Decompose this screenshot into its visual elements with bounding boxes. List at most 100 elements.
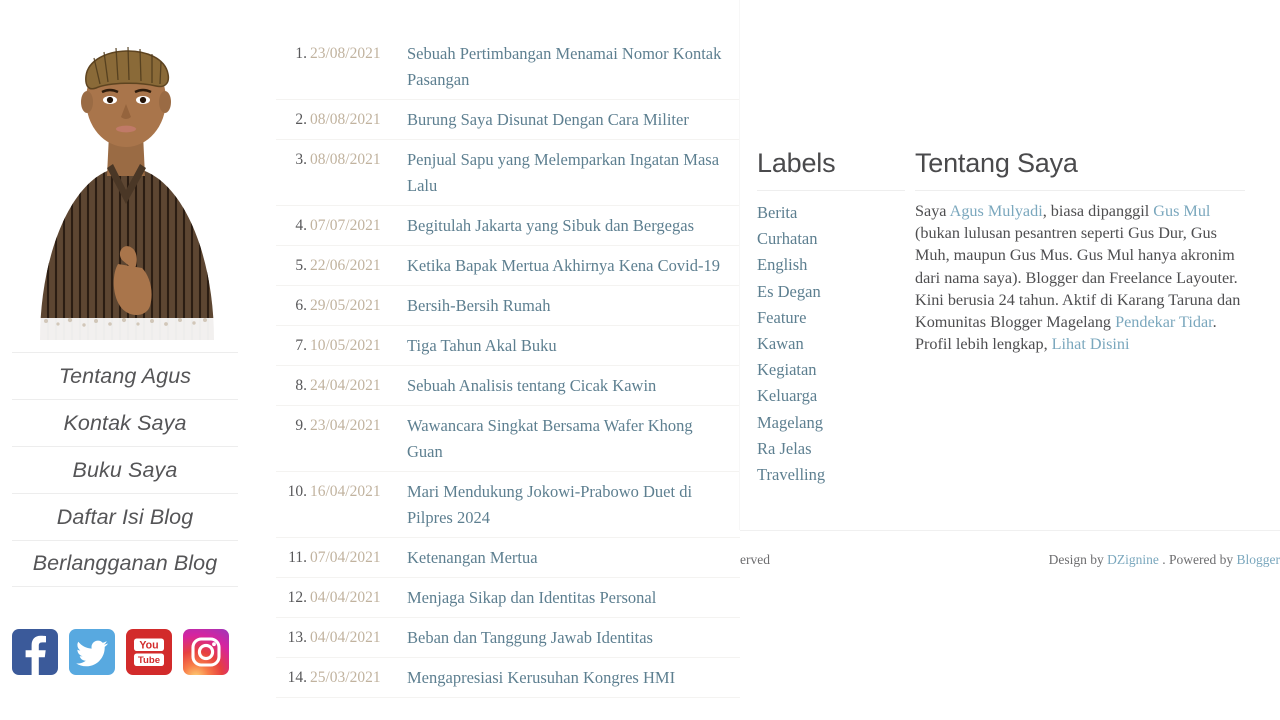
post-title-link[interactable]: Ketika Bapak Mertua Akhirnya Kena Covid-… (396, 253, 740, 279)
table-row: 2. 08/08/2021 Burung Saya Disunat Dengan… (276, 100, 740, 140)
credits-prefix: Design by (1048, 552, 1108, 567)
post-title-link[interactable]: Mari Mendukung Jokowi-Prabowo Duet di Pi… (396, 479, 740, 531)
table-row: 5. 22/06/2021 Ketika Bapak Mertua Akhirn… (276, 246, 740, 286)
post-list: 1. 23/08/2021 Sebuah Pertimbangan Menama… (250, 0, 740, 700)
table-row: 7. 10/05/2021 Tiga Tahun Akal Buku (276, 326, 740, 366)
sidebar-item-label: Tentang Agus (58, 363, 192, 388)
post-index: 14. (287, 668, 307, 686)
credits-link-dzignine[interactable]: DZignine (1107, 552, 1159, 567)
instagram-icon[interactable] (183, 629, 229, 675)
post-title-link[interactable]: Wawancara Singkat Bersama Wafer Khong Gu… (396, 413, 740, 465)
post-index: 2. (295, 110, 307, 128)
about-heading: Tentang Saya (915, 148, 1245, 191)
post-date: 23/08/2021 (310, 44, 381, 62)
table-row: 14. 25/03/2021 Mengapresiasi Kerusuhan K… (276, 658, 740, 698)
post-index: 11. (288, 548, 307, 566)
post-title-link[interactable]: Begitulah Jakarta yang Sibuk dan Bergega… (396, 213, 740, 239)
credits-text: Design by DZignine . Powered by Blogger (1049, 552, 1280, 568)
table-row: 13. 04/04/2021 Beban dan Tanggung Jawab … (276, 618, 740, 658)
about-link-lihat-disini[interactable]: Lihat Disini (1052, 335, 1130, 353)
table-row: 1. 23/08/2021 Sebuah Pertimbangan Menama… (276, 34, 740, 100)
label-link-es-degan[interactable]: Es Degan (757, 279, 905, 305)
sidebar-item-tentang-agus[interactable]: Tentang Agus (12, 352, 238, 399)
label-link-english[interactable]: English (757, 252, 905, 278)
post-date: 23/04/2021 (310, 416, 381, 434)
sidebar-item-buku-saya[interactable]: Buku Saya (12, 446, 238, 493)
post-title-link[interactable]: Sebuah Analisis tentang Cicak Kawin (396, 373, 740, 399)
label-link-ra-jelas[interactable]: Ra Jelas (757, 436, 905, 462)
post-date: 08/08/2021 (310, 150, 381, 168)
post-index: 1. (295, 44, 307, 62)
label-link-magelang[interactable]: Magelang (757, 410, 905, 436)
about-text: Saya Agus Mulyadi, biasa dipanggil Gus M… (915, 200, 1245, 355)
post-index: 5. (295, 256, 307, 274)
post-index: 7. (295, 336, 307, 354)
post-title-link[interactable]: Sebuah Pertimbangan Menamai Nomor Kontak… (396, 41, 740, 93)
sidebar-item-label: Kontak Saya (63, 410, 187, 435)
table-row: 11. 07/04/2021 Ketenangan Mertua (276, 538, 740, 578)
label-link-curhatan[interactable]: Curhatan (757, 226, 905, 252)
post-date: 08/08/2021 (310, 110, 381, 128)
twitter-icon[interactable] (69, 629, 115, 675)
blog-page: Tentang Agus Kontak Saya Buku Saya Dafta… (0, 0, 1280, 720)
post-index: 12. (287, 588, 307, 606)
table-row: 4. 07/07/2021 Begitulah Jakarta yang Sib… (276, 206, 740, 246)
panel-divider (739, 0, 740, 530)
sidebar-nav: Tentang Agus Kontak Saya Buku Saya Dafta… (12, 352, 238, 587)
profile-photo (0, 18, 250, 340)
table-row: 10. 16/04/2021 Mari Mendukung Jokowi-Pra… (276, 472, 740, 538)
table-row: 8. 24/04/2021 Sebuah Analisis tentang Ci… (276, 366, 740, 406)
svg-text:Tube: Tube (138, 655, 160, 666)
post-date: 07/07/2021 (310, 216, 381, 234)
copyright-text: erved (740, 552, 770, 567)
post-date: 16/04/2021 (310, 482, 381, 500)
sidebar-item-label: Daftar Isi Blog (56, 504, 194, 529)
post-index: 13. (287, 628, 307, 646)
label-link-travelling[interactable]: Travelling (757, 462, 905, 488)
sidebar-item-berlangganan-blog[interactable]: Berlangganan Blog (12, 540, 238, 587)
page-footer: erved Design by DZignine . Powered by Bl… (740, 530, 1280, 590)
credits-middle: . Powered by (1158, 552, 1237, 567)
table-row: 6. 29/05/2021 Bersih-Bersih Rumah (276, 286, 740, 326)
post-date: 24/04/2021 (310, 376, 381, 394)
post-title-link[interactable]: Bersih-Bersih Rumah (396, 293, 740, 319)
sidebar-item-kontak-saya[interactable]: Kontak Saya (12, 399, 238, 446)
post-date: 22/06/2021 (310, 256, 381, 274)
facebook-icon[interactable] (12, 629, 58, 675)
post-date: 07/04/2021 (310, 548, 381, 566)
post-title-link[interactable]: Mengapresiasi Kerusuhan Kongres HMI (396, 665, 740, 691)
labels-heading: Labels (757, 148, 905, 191)
about-link-pendekar-tidar[interactable]: Pendekar Tidar (1115, 313, 1213, 331)
svg-text:You: You (139, 639, 158, 651)
about-link-gus-mul[interactable]: Gus Mul (1153, 202, 1210, 220)
table-row: 12. 04/04/2021 Menjaga Sikap dan Identit… (276, 578, 740, 618)
post-title-link[interactable]: Beban dan Tanggung Jawab Identitas (396, 625, 740, 651)
label-link-kawan[interactable]: Kawan (757, 331, 905, 357)
table-row: 9. 23/04/2021 Wawancara Singkat Bersama … (276, 406, 740, 472)
label-link-keluarga[interactable]: Keluarga (757, 383, 905, 409)
post-title-link[interactable]: Tiga Tahun Akal Buku (396, 333, 740, 359)
sidebar-item-daftar-isi-blog[interactable]: Daftar Isi Blog (12, 493, 238, 540)
post-index: 3. (295, 150, 307, 168)
post-index: 4. (295, 216, 307, 234)
label-link-berita[interactable]: Berita (757, 200, 905, 226)
left-sidebar: Tentang Agus Kontak Saya Buku Saya Dafta… (0, 0, 250, 720)
about-text-1: Saya (915, 202, 950, 220)
youtube-icon[interactable]: You Tube (126, 629, 172, 675)
table-row: 3. 08/08/2021 Penjual Sapu yang Melempar… (276, 140, 740, 206)
post-title-link[interactable]: Menjaga Sikap dan Identitas Personal (396, 585, 740, 611)
post-index: 6. (295, 296, 307, 314)
post-title-link[interactable]: Ketenangan Mertua (396, 545, 740, 571)
label-link-kegiatan[interactable]: Kegiatan (757, 357, 905, 383)
about-widget: Tentang Saya Saya Agus Mulyadi, biasa di… (915, 148, 1245, 355)
credits-link-blogger[interactable]: Blogger (1237, 552, 1280, 567)
table-row: 15. 24/03/2021 Persaingan Internal (276, 698, 740, 700)
post-date: 25/03/2021 (310, 668, 381, 686)
post-date: 04/04/2021 (310, 628, 381, 646)
sidebar-item-label: Berlangganan Blog (32, 551, 218, 575)
post-title-link[interactable]: Penjual Sapu yang Melemparkan Ingatan Ma… (396, 147, 740, 199)
about-link-agus-mulyadi[interactable]: Agus Mulyadi (950, 202, 1043, 220)
label-link-feature[interactable]: Feature (757, 305, 905, 331)
sidebar-item-label: Buku Saya (72, 457, 178, 482)
post-title-link[interactable]: Burung Saya Disunat Dengan Cara Militer (396, 107, 740, 133)
